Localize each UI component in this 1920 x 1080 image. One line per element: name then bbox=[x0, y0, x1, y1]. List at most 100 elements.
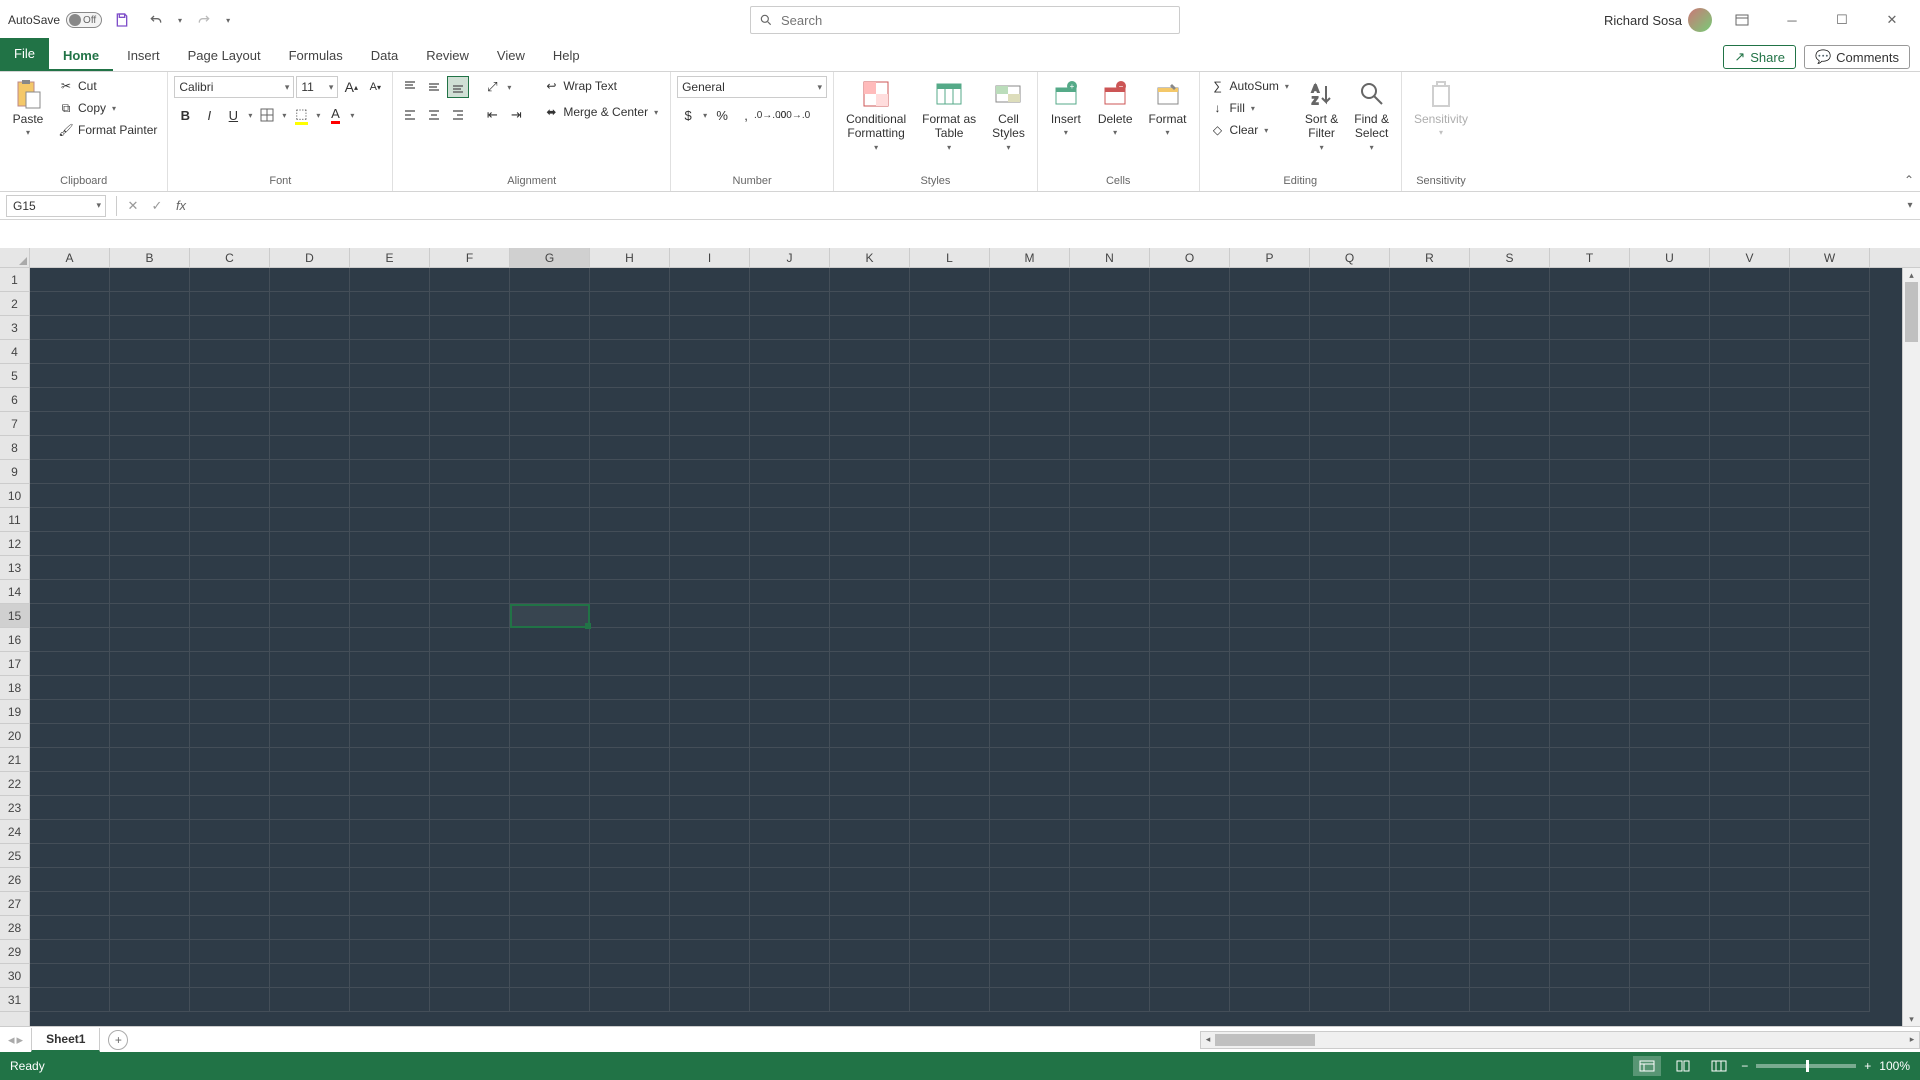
cell[interactable] bbox=[30, 844, 110, 868]
cell[interactable] bbox=[190, 580, 270, 604]
cell[interactable] bbox=[1070, 772, 1150, 796]
cell[interactable] bbox=[1710, 964, 1790, 988]
cell[interactable] bbox=[590, 772, 670, 796]
cell[interactable] bbox=[1630, 724, 1710, 748]
cell[interactable] bbox=[190, 748, 270, 772]
cell[interactable] bbox=[110, 964, 190, 988]
redo-icon[interactable] bbox=[190, 6, 218, 34]
column-header[interactable]: U bbox=[1630, 248, 1710, 267]
cell[interactable] bbox=[590, 268, 670, 292]
cell[interactable] bbox=[750, 844, 830, 868]
cell[interactable] bbox=[1550, 964, 1630, 988]
cell[interactable] bbox=[110, 388, 190, 412]
tab-view[interactable]: View bbox=[483, 42, 539, 71]
cell[interactable] bbox=[1070, 964, 1150, 988]
align-left-icon[interactable] bbox=[399, 104, 421, 126]
cell[interactable] bbox=[1710, 292, 1790, 316]
cell[interactable] bbox=[110, 580, 190, 604]
cell[interactable] bbox=[1630, 916, 1710, 940]
cell[interactable] bbox=[1790, 988, 1870, 1012]
cell[interactable] bbox=[350, 484, 430, 508]
increase-font-icon[interactable]: A▴ bbox=[340, 76, 362, 98]
tab-home[interactable]: Home bbox=[49, 42, 113, 71]
cell[interactable] bbox=[270, 724, 350, 748]
cell[interactable] bbox=[190, 700, 270, 724]
cell[interactable] bbox=[830, 748, 910, 772]
cell[interactable] bbox=[510, 676, 590, 700]
cell[interactable] bbox=[270, 868, 350, 892]
cell[interactable] bbox=[1390, 580, 1470, 604]
cell[interactable] bbox=[110, 772, 190, 796]
fill-color-dropdown[interactable]: ▾ bbox=[314, 111, 322, 120]
cell[interactable] bbox=[1470, 652, 1550, 676]
maximize-icon[interactable]: ☐ bbox=[1822, 4, 1862, 36]
cell[interactable] bbox=[1070, 676, 1150, 700]
cell[interactable] bbox=[1230, 436, 1310, 460]
cell[interactable] bbox=[750, 796, 830, 820]
cell[interactable] bbox=[1470, 988, 1550, 1012]
cell[interactable] bbox=[1070, 988, 1150, 1012]
tab-formulas[interactable]: Formulas bbox=[275, 42, 357, 71]
cell[interactable] bbox=[190, 940, 270, 964]
cell[interactable] bbox=[1230, 412, 1310, 436]
column-header[interactable]: I bbox=[670, 248, 750, 267]
cell[interactable] bbox=[430, 844, 510, 868]
cell[interactable] bbox=[1150, 292, 1230, 316]
cell[interactable] bbox=[1710, 676, 1790, 700]
horizontal-scrollbar[interactable]: ◂ ▸ bbox=[1200, 1031, 1920, 1049]
cell[interactable] bbox=[510, 700, 590, 724]
cell[interactable] bbox=[1630, 316, 1710, 340]
cell[interactable] bbox=[110, 316, 190, 340]
font-size-combo[interactable]: 11 bbox=[296, 76, 338, 98]
cell[interactable] bbox=[910, 340, 990, 364]
cell[interactable] bbox=[1470, 268, 1550, 292]
cell[interactable] bbox=[1710, 652, 1790, 676]
cell[interactable] bbox=[990, 316, 1070, 340]
cut-button[interactable]: ✂Cut bbox=[54, 76, 161, 96]
cell[interactable] bbox=[430, 724, 510, 748]
cell[interactable] bbox=[510, 916, 590, 940]
minimize-icon[interactable]: ─ bbox=[1772, 4, 1812, 36]
cell[interactable] bbox=[1710, 460, 1790, 484]
cell[interactable] bbox=[1070, 364, 1150, 388]
cell[interactable] bbox=[510, 652, 590, 676]
cell[interactable] bbox=[190, 724, 270, 748]
cell[interactable] bbox=[990, 796, 1070, 820]
cell[interactable] bbox=[830, 508, 910, 532]
cell[interactable] bbox=[110, 412, 190, 436]
cell[interactable] bbox=[1310, 748, 1390, 772]
cell[interactable] bbox=[1790, 628, 1870, 652]
cell[interactable] bbox=[1710, 892, 1790, 916]
cell[interactable] bbox=[990, 628, 1070, 652]
cell[interactable] bbox=[350, 724, 430, 748]
cell[interactable] bbox=[1150, 724, 1230, 748]
cell[interactable] bbox=[590, 916, 670, 940]
cell[interactable] bbox=[1470, 700, 1550, 724]
cell[interactable] bbox=[1390, 748, 1470, 772]
cell[interactable] bbox=[110, 796, 190, 820]
cell[interactable] bbox=[1150, 460, 1230, 484]
cell[interactable] bbox=[350, 820, 430, 844]
cell[interactable] bbox=[670, 964, 750, 988]
cell[interactable] bbox=[430, 484, 510, 508]
cell[interactable] bbox=[1070, 868, 1150, 892]
cell[interactable] bbox=[1550, 364, 1630, 388]
row-header[interactable]: 8 bbox=[0, 436, 29, 460]
cell[interactable] bbox=[1230, 340, 1310, 364]
cell[interactable] bbox=[750, 748, 830, 772]
cell[interactable] bbox=[190, 508, 270, 532]
cell[interactable] bbox=[1310, 388, 1390, 412]
cell[interactable] bbox=[350, 676, 430, 700]
cell[interactable] bbox=[590, 484, 670, 508]
cell[interactable] bbox=[1630, 532, 1710, 556]
cell[interactable] bbox=[1710, 940, 1790, 964]
cell[interactable] bbox=[1310, 484, 1390, 508]
cell[interactable] bbox=[590, 508, 670, 532]
cell[interactable] bbox=[750, 460, 830, 484]
cell[interactable] bbox=[1310, 820, 1390, 844]
cell[interactable] bbox=[1150, 364, 1230, 388]
cell[interactable] bbox=[1790, 700, 1870, 724]
cell[interactable] bbox=[1150, 604, 1230, 628]
cell[interactable] bbox=[430, 412, 510, 436]
cell[interactable] bbox=[1470, 772, 1550, 796]
